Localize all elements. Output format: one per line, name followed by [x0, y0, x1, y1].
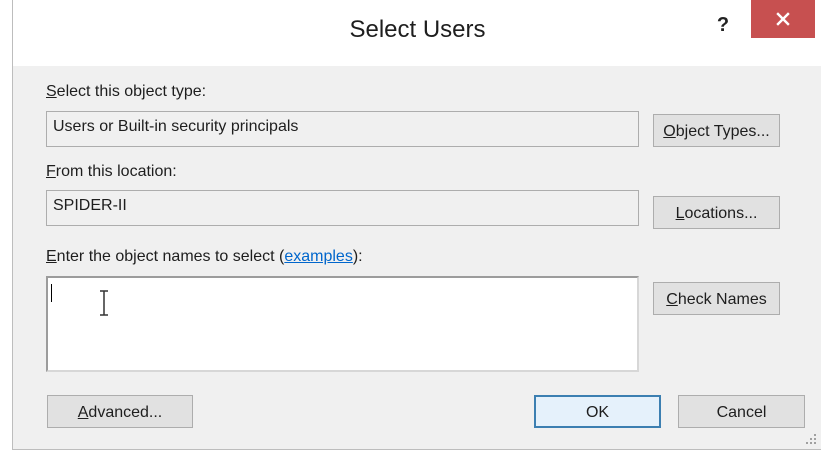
ok-button[interactable]: OK: [534, 395, 661, 428]
location-field: SPIDER-II: [46, 190, 639, 226]
cancel-button[interactable]: Cancel: [678, 395, 805, 428]
help-button[interactable]: ?: [708, 10, 738, 40]
resize-grip-icon[interactable]: [805, 433, 817, 445]
object-names-input[interactable]: [46, 276, 639, 372]
close-button[interactable]: [751, 0, 815, 38]
title-bar: Select Users ?: [13, 0, 822, 66]
object-type-label: Select this object type:: [46, 83, 207, 100]
text-caret: [51, 284, 52, 302]
location-label: From this location:: [46, 163, 177, 180]
object-names-label: Enter the object names to select (exampl…: [46, 248, 363, 265]
select-users-dialog: Select Users ? Select this object type: …: [12, 0, 822, 450]
i-beam-cursor-icon: [100, 290, 108, 316]
locations-button[interactable]: Locations...: [653, 196, 780, 229]
examples-link[interactable]: examples: [284, 248, 352, 265]
window-title: Select Users: [349, 16, 486, 43]
close-icon: [776, 12, 790, 26]
check-names-button[interactable]: Check Names: [653, 282, 780, 315]
object-types-button[interactable]: Object Types...: [653, 114, 780, 147]
advanced-button[interactable]: Advanced...: [47, 395, 193, 428]
object-type-field: Users or Built-in security principals: [46, 111, 639, 147]
